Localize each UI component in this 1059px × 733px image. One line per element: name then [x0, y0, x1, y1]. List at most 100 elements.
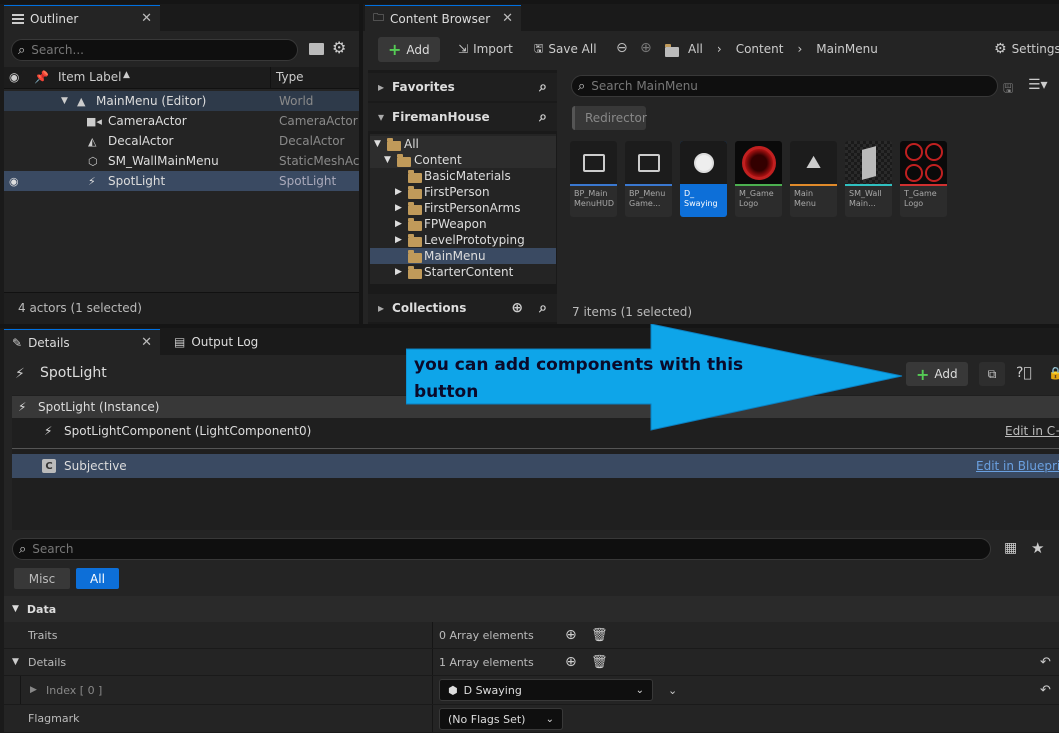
details-search-input[interactable]: ⌕ Search	[12, 538, 991, 560]
tab-outliner[interactable]: Outliner ✕	[4, 5, 160, 31]
project-header[interactable]: ▾ FiremanHouse ⌕	[368, 103, 557, 131]
expand-arrow-icon[interactable]: ▼	[61, 96, 68, 106]
add-button[interactable]: + Add	[378, 37, 440, 62]
tree-item-levelprototyping[interactable]: ▶ LevelPrototyping	[370, 232, 556, 248]
star-icon[interactable]: ★	[1031, 539, 1044, 557]
asset-tile[interactable]: T_Game Logo	[900, 141, 947, 217]
pin-icon[interactable]: 📌	[34, 70, 49, 84]
row-type: CameraActor	[279, 114, 358, 128]
edit-in-cpp-link[interactable]: Edit in C++	[1005, 424, 1059, 438]
component-label: SpotLight (Instance)	[38, 400, 160, 414]
tree-item-firstperson[interactable]: ▶ FirstPerson	[370, 184, 556, 200]
section-data-header[interactable]: ▼ Data	[4, 596, 1059, 622]
forward-icon[interactable]: ⊕	[640, 40, 652, 56]
breadcrumb-content[interactable]: Content	[736, 42, 784, 56]
tree-item-mainmenu[interactable]: MainMenu	[370, 248, 556, 264]
chevron-right-icon: ▶	[395, 235, 402, 245]
add-circle-icon[interactable]: ⊕	[511, 300, 523, 316]
outliner-search-input[interactable]: ⌕ Search...	[11, 39, 298, 61]
blueprint-hierarchy-icon[interactable]: ⧉	[979, 362, 1005, 386]
lock-icon[interactable]: 🔒	[1048, 366, 1059, 380]
tree-item-content[interactable]: ▼ Content	[370, 152, 556, 168]
tree-label: MainMenu	[424, 249, 486, 263]
prop-name: Traits	[28, 628, 58, 642]
actor-name[interactable]: SpotLight	[40, 365, 107, 381]
col-item-label[interactable]: Item Label	[58, 70, 122, 84]
asset-tile[interactable]: BP_Menu Game...	[625, 141, 672, 217]
favorites-header[interactable]: ▸ Favorites ⌕	[368, 73, 557, 101]
visibility-icon[interactable]: ◉	[9, 70, 19, 84]
chevron-down-icon[interactable]: ▼	[12, 657, 19, 667]
close-icon[interactable]: ✕	[502, 11, 513, 26]
filter-all-button[interactable]: All	[76, 568, 119, 589]
chevron-down-icon[interactable]: ⌄	[668, 684, 677, 697]
chevron-right-icon[interactable]: ▶	[30, 685, 37, 695]
collections-header[interactable]: ▸ Collections ⊕ ⌕	[368, 294, 557, 322]
reset-icon[interactable]: ↶	[1040, 683, 1051, 698]
asset-tile[interactable]: ⛰ Main Menu	[790, 141, 837, 217]
import-button[interactable]: ⇲ Import	[458, 37, 513, 61]
tab-output-log[interactable]: ▤ Output Log	[166, 329, 316, 355]
asset-tile-selected[interactable]: D_ Swaying	[680, 141, 727, 217]
back-icon[interactable]: ⊖	[616, 40, 628, 56]
col-type[interactable]: Type	[276, 70, 304, 84]
spotlight-icon: ⚡	[44, 424, 53, 438]
outliner-row-mesh[interactable]: ⬡ SM_WallMainMenu StaticMeshAc	[4, 151, 360, 171]
tab-details[interactable]: ✎ Details ✕	[4, 329, 160, 355]
close-icon[interactable]: ✕	[141, 11, 152, 26]
table-view-icon[interactable]: ▦	[1004, 540, 1017, 556]
component-row-subjective[interactable]: C Subjective Edit in Blueprint	[12, 454, 1059, 478]
trash-icon[interactable]: 🗑	[591, 655, 608, 670]
add-element-icon[interactable]: ⊕	[565, 627, 577, 643]
add-component-button[interactable]: + Add	[906, 362, 968, 386]
folder-icon	[408, 234, 422, 247]
reset-icon[interactable]: ↶	[1040, 655, 1051, 670]
asset-tile[interactable]: BP_Main MenuHUD	[570, 141, 617, 217]
outliner-row-camera[interactable]: ■◂ CameraActor CameraActor	[4, 111, 359, 131]
outliner-row-decal[interactable]: ◭ DecalActor DecalActor	[4, 131, 359, 151]
tree-item-startercontent[interactable]: ▶ StarterContent	[370, 264, 556, 280]
save-search-icon[interactable]: 🖫	[1003, 79, 1013, 100]
log-icon: ▤	[174, 335, 186, 349]
tab-content-browser[interactable]: 🗀 Content Browser ✕	[365, 5, 521, 31]
asset-search-input[interactable]: ⌕ Search MainMenu	[571, 75, 998, 97]
chevron-down-icon: ▾	[378, 110, 385, 124]
section-data-label: Data	[26, 602, 57, 616]
asset-search-placeholder: Search MainMenu	[591, 79, 698, 93]
outliner-status: 4 actors (1 selected)	[18, 301, 142, 315]
search-icon[interactable]: ⌕	[539, 109, 547, 125]
settings-button[interactable]: ⚙ Settings	[994, 37, 1059, 61]
close-icon[interactable]: ✕	[141, 335, 152, 350]
spotlight-icon: ⚡	[88, 174, 96, 188]
breadcrumb-all[interactable]: All	[688, 42, 703, 56]
add-element-icon[interactable]: ⊕	[565, 654, 577, 670]
asset-tile[interactable]: SM_Wall Main...	[845, 141, 892, 217]
trash-icon[interactable]: 🗑	[591, 628, 608, 643]
help-icon[interactable]: ?⃝	[1016, 365, 1032, 381]
filter-all-label: All	[90, 571, 105, 586]
row-label: DecalActor	[108, 134, 174, 148]
level-icon: ⛰	[790, 141, 837, 184]
flags-dropdown[interactable]: (No Flags Set) ⌄	[439, 708, 563, 730]
outliner-row-world[interactable]: ▼ ▲ MainMenu (Editor) World	[4, 91, 359, 111]
gear-icon[interactable]: ⚙	[332, 38, 346, 57]
tree-item-all[interactable]: ▼ All	[370, 136, 556, 152]
search-icon[interactable]: ⌕	[539, 79, 547, 95]
add-folder-icon[interactable]	[309, 43, 324, 55]
filter-misc-button[interactable]: Misc	[14, 568, 70, 589]
filter-chip-redirector[interactable]: Redirector	[572, 106, 647, 130]
outliner-row-spotlight[interactable]: ◉ ⚡ SpotLight SpotLight	[4, 171, 359, 191]
save-all-button[interactable]: 🖫 Save All	[534, 37, 597, 61]
asset-picker-dropdown[interactable]: ⬢ D Swaying ⌄	[439, 679, 653, 701]
visibility-icon[interactable]: ◉	[9, 175, 19, 188]
tab-details-label: Details	[28, 335, 70, 350]
asset-tile[interactable]: M_Game Logo	[735, 141, 782, 217]
search-icon[interactable]: ⌕	[539, 300, 547, 316]
tree-item-firstpersonarms[interactable]: ▶ FirstPersonArms	[370, 200, 556, 216]
tree-item-fpweapon[interactable]: ▶ FPWeapon	[370, 216, 556, 232]
tree-item-basicmaterials[interactable]: BasicMaterials	[370, 168, 556, 184]
folder-icon	[408, 170, 422, 183]
breadcrumb-mainmenu[interactable]: MainMenu	[816, 42, 878, 56]
edit-in-blueprint-link[interactable]: Edit in Blueprint	[976, 459, 1059, 473]
filter-icon[interactable]: ☰▾	[1028, 77, 1048, 93]
